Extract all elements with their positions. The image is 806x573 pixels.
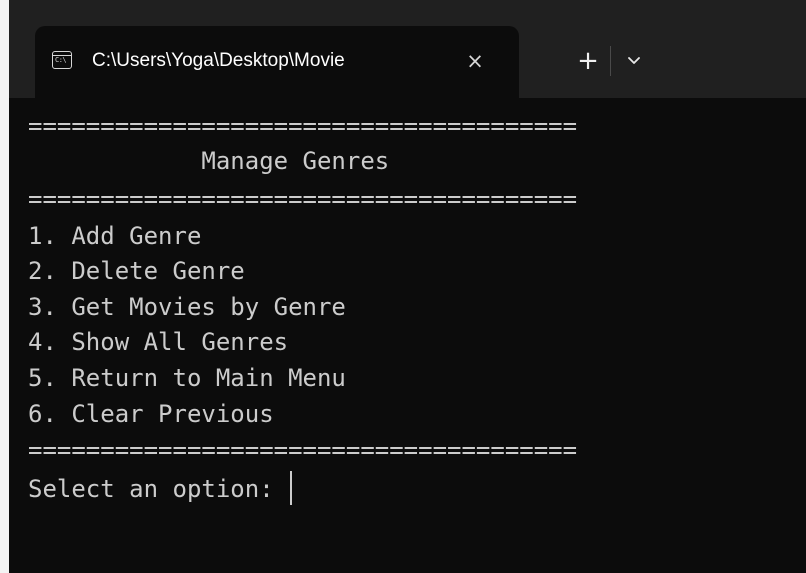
title-bar: C:\ C:\Users\Yoga\Desktop\Movie × +: [9, 0, 806, 98]
chevron-down-icon[interactable]: [621, 48, 647, 74]
window-edge: [0, 0, 9, 573]
separator-line: ======================================: [28, 112, 578, 140]
terminal-window: C:\ C:\Users\Yoga\Desktop\Movie × + ====…: [0, 0, 806, 573]
prompt-text: Select an option:: [28, 475, 289, 503]
menu-option: 5. Return to Main Menu: [28, 364, 346, 392]
tab-divider: [610, 46, 611, 76]
plus-icon[interactable]: +: [573, 46, 603, 76]
menu-option: 6. Clear Previous: [28, 400, 274, 428]
input-prompt[interactable]: Select an option:: [28, 471, 293, 507]
text-cursor: [290, 471, 293, 505]
menu-option: 1. Add Genre: [28, 222, 202, 250]
close-icon[interactable]: ×: [462, 48, 488, 74]
separator-line: ======================================: [28, 185, 578, 213]
separator-line: ======================================: [28, 436, 578, 464]
menu-option: 2. Delete Genre: [28, 257, 245, 285]
menu-option: 4. Show All Genres: [28, 328, 289, 356]
terminal-output[interactable]: ====================================== M…: [9, 98, 806, 573]
terminal-tab[interactable]: C:\ C:\Users\Yoga\Desktop\Movie ×: [35, 26, 519, 98]
menu-heading: Manage Genres: [28, 147, 390, 175]
menu-option: 3. Get Movies by Genre: [28, 293, 346, 321]
tab-title: C:\Users\Yoga\Desktop\Movie: [92, 50, 345, 71]
cmd-icon-text: C:\: [55, 56, 67, 64]
cmd-icon: C:\: [52, 51, 72, 69]
